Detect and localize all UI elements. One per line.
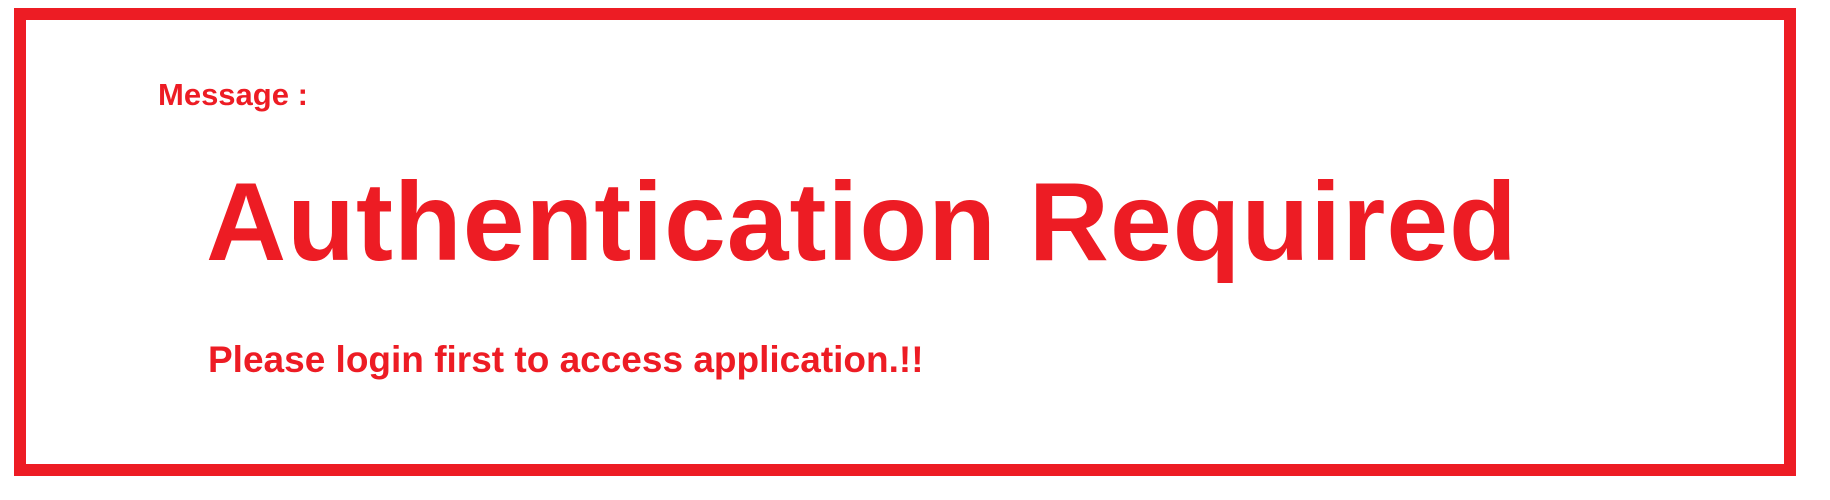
message-label: Message :	[158, 77, 308, 112]
auth-message-panel: Message : Authentication Required Please…	[14, 8, 1796, 476]
login-instruction-text: Please login first to access application…	[208, 339, 924, 380]
auth-required-heading: Authentication Required	[206, 160, 1518, 284]
